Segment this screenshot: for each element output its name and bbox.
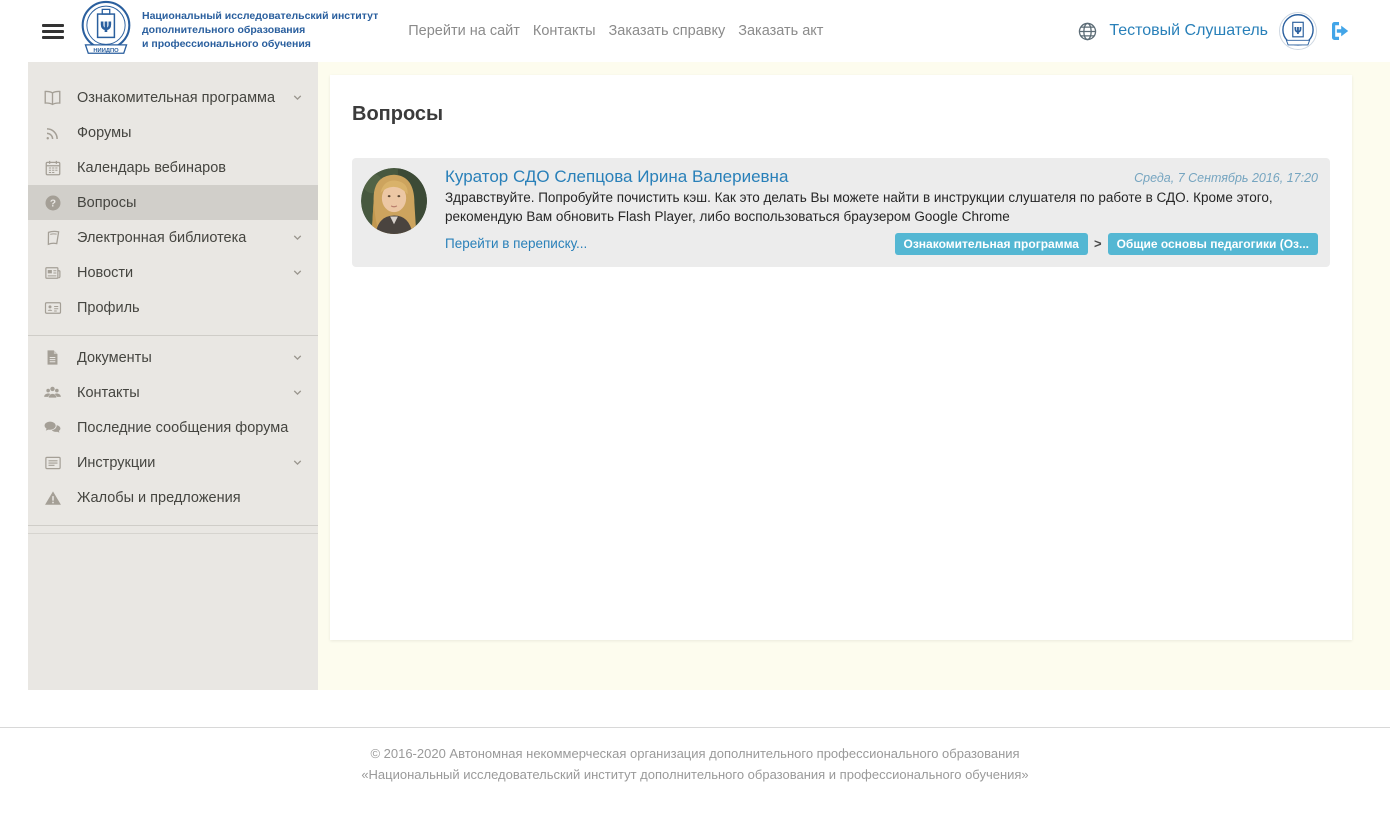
sidebar-item-latest-forum-posts[interactable]: Последние сообщения форума xyxy=(28,410,318,445)
nav-order-certificate[interactable]: Заказать справку xyxy=(609,23,726,39)
content-card: Вопросы xyxy=(330,75,1352,640)
sidebar-bottom-divider xyxy=(28,525,318,534)
message-date: Среда, 7 Сентябрь 2016, 17:20 xyxy=(1134,171,1318,185)
svg-text:Ψ: Ψ xyxy=(1294,26,1302,37)
header-user-area: Тестовый Слушатель Ψ xyxy=(1077,0,1352,62)
sidebar-item-news[interactable]: Новости xyxy=(28,255,318,290)
sidebar-item-label: Ознакомительная программа xyxy=(77,90,275,106)
comments-icon xyxy=(43,418,62,437)
institution-name: Национальный исследовательский институт … xyxy=(142,10,378,52)
chevron-down-icon xyxy=(291,231,304,244)
sidebar-item-documents[interactable]: Документы xyxy=(28,340,318,375)
sidebar-item-complaints[interactable]: Жалобы и предложения xyxy=(28,480,318,515)
chevron-down-icon xyxy=(291,266,304,279)
message-text: Здравствуйте. Попробуйте почистить кэш. … xyxy=(445,189,1318,227)
footer: © 2016-2020 Автономная некоммерческая ор… xyxy=(0,727,1390,786)
page-title: Вопросы xyxy=(352,103,1330,126)
logout-icon[interactable] xyxy=(1328,19,1352,43)
sidebar-column: Ознакомительная программа Форумы xyxy=(0,62,318,690)
sidebar-item-questions[interactable]: ? Вопросы xyxy=(28,185,318,220)
instructions-icon xyxy=(43,453,62,472)
warning-icon xyxy=(43,488,62,507)
sidebar-item-label: Календарь вебинаров xyxy=(77,160,226,176)
sidebar-item-e-library[interactable]: Электронная библиотека xyxy=(28,220,318,255)
user-name-link[interactable]: Тестовый Слушатель xyxy=(1109,22,1268,40)
sidebar-item-label: Электронная библиотека xyxy=(77,230,246,246)
library-icon xyxy=(43,228,62,247)
sidebar-item-label: Новости xyxy=(77,265,133,281)
tag-program[interactable]: Ознакомительная программа xyxy=(895,233,1088,255)
calendar-icon xyxy=(43,158,62,177)
footer-divider xyxy=(0,727,1390,728)
tag-separator: > xyxy=(1094,236,1102,251)
svg-text:Ψ: Ψ xyxy=(100,19,112,35)
svg-text:?: ? xyxy=(49,198,55,209)
question-message-card: Куратор СДО Слепцова Ирина Валериевна Ср… xyxy=(352,158,1330,267)
users-icon xyxy=(43,383,62,402)
user-avatar[interactable]: Ψ xyxy=(1279,12,1317,50)
curator-avatar[interactable] xyxy=(361,168,427,234)
language-globe-icon[interactable] xyxy=(1077,21,1098,42)
sidebar-item-webinar-calendar[interactable]: Календарь вебинаров xyxy=(28,150,318,185)
chevron-down-icon xyxy=(291,386,304,399)
news-icon xyxy=(43,263,62,282)
sidebar-item-label: Вопросы xyxy=(77,195,136,211)
top-navigation: Перейти на сайт Контакты Заказать справк… xyxy=(408,23,823,39)
chevron-down-icon xyxy=(291,91,304,104)
hamburger-menu-icon[interactable] xyxy=(42,21,64,42)
go-to-correspondence-link[interactable]: Перейти в переписку... xyxy=(445,236,587,251)
logo-caption: НИИДПО xyxy=(93,47,119,53)
sidebar-item-label: Последние сообщения форума xyxy=(77,420,288,436)
message-author-link[interactable]: Куратор СДО Слепцова Ирина Валериевна xyxy=(445,167,788,187)
message-tags: Ознакомительная программа > Общие основы… xyxy=(895,233,1319,255)
institution-logo[interactable]: Ψ НИИДПО xyxy=(78,0,134,63)
sidebar-item-contacts[interactable]: Контакты xyxy=(28,375,318,410)
question-circle-icon: ? xyxy=(43,193,62,212)
sidebar-item-label: Документы xyxy=(77,350,152,366)
footer-copyright-line2: «Национальный исследовательский институт… xyxy=(0,765,1390,786)
sidebar-item-intro-program[interactable]: Ознакомительная программа xyxy=(28,80,318,115)
message-body: Куратор СДО Слепцова Ирина Валериевна Ср… xyxy=(445,167,1318,255)
sidebar-item-label: Форумы xyxy=(77,125,131,141)
nav-contacts[interactable]: Контакты xyxy=(533,23,596,39)
sidebar-item-label: Инструкции xyxy=(77,455,155,471)
sidebar-item-label: Жалобы и предложения xyxy=(77,490,241,506)
sidebar: Ознакомительная программа Форумы xyxy=(28,62,318,690)
header: Ψ НИИДПО Национальный исследовательский … xyxy=(0,0,1390,62)
sidebar-item-label: Контакты xyxy=(77,385,140,401)
id-card-icon xyxy=(43,298,62,317)
sidebar-item-label: Профиль xyxy=(77,300,140,316)
nav-order-act[interactable]: Заказать акт xyxy=(738,23,823,39)
main-area: Вопросы xyxy=(318,62,1390,690)
footer-copyright-line1: © 2016-2020 Автономная некоммерческая ор… xyxy=(0,744,1390,765)
document-icon xyxy=(43,348,62,367)
nav-goto-site[interactable]: Перейти на сайт xyxy=(408,23,520,39)
chevron-down-icon xyxy=(291,351,304,364)
book-open-icon xyxy=(43,88,62,107)
sidebar-item-instructions[interactable]: Инструкции xyxy=(28,445,318,480)
forums-icon xyxy=(43,123,62,142)
sidebar-item-profile[interactable]: Профиль xyxy=(28,290,318,325)
tag-course[interactable]: Общие основы педагогики (Оз... xyxy=(1108,233,1318,255)
chevron-down-icon xyxy=(291,456,304,469)
sidebar-item-forums[interactable]: Форумы xyxy=(28,115,318,150)
